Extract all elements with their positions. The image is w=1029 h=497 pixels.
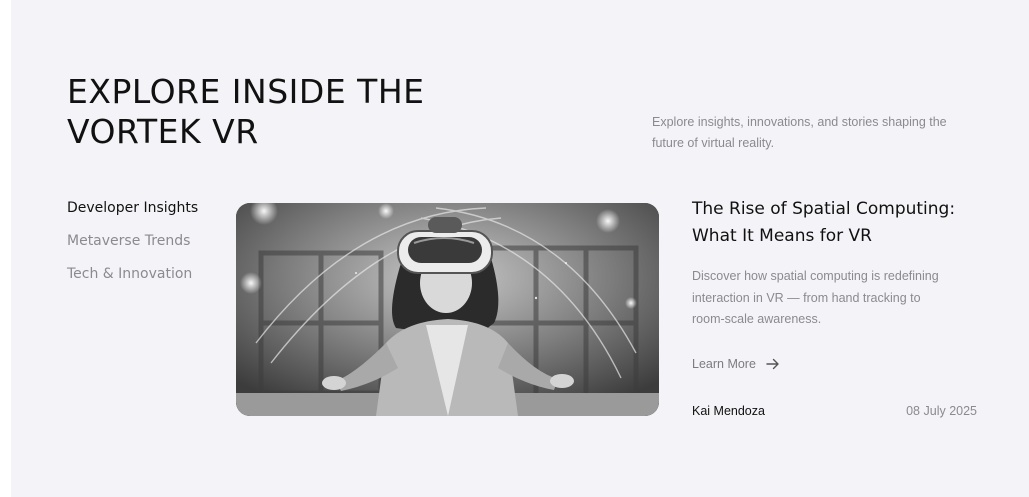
vr-child-photo	[236, 203, 659, 416]
article-author: Kai Mendoza	[692, 404, 765, 418]
category-developer-insights[interactable]: Developer Insights	[67, 198, 198, 231]
category-list: Developer Insights Metaverse Trends Tech…	[67, 198, 198, 297]
article-description: Discover how spatial computing is redefi…	[692, 269, 939, 326]
article-date: 08 July 2025	[906, 404, 977, 418]
page-title-line-2: VORTEK VR	[67, 112, 259, 151]
blog-section: EXPLORE INSIDE THE VORTEK VR Explore ins…	[11, 0, 1029, 497]
page-title: EXPLORE INSIDE THE VORTEK VR	[67, 72, 487, 152]
category-metaverse-trends[interactable]: Metaverse Trends	[67, 231, 198, 264]
article-image[interactable]	[236, 203, 659, 416]
section-intro: Explore insights, innovations, and stori…	[652, 115, 947, 150]
arrow-right-icon	[766, 358, 780, 370]
category-tech-innovation[interactable]: Tech & Innovation	[67, 264, 198, 297]
learn-more-label: Learn More	[692, 357, 756, 371]
article-title[interactable]: The Rise of Spatial Computing: What It M…	[692, 196, 982, 250]
learn-more-link[interactable]: Learn More	[692, 357, 780, 371]
page-title-line-1: EXPLORE INSIDE THE	[67, 72, 425, 111]
